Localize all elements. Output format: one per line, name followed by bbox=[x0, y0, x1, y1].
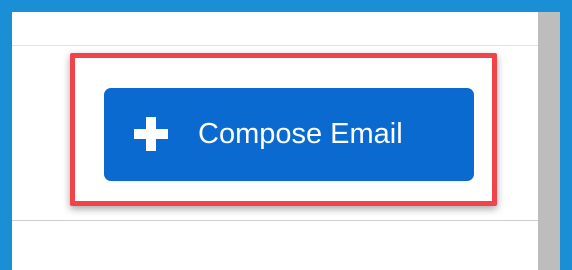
bottom-divider bbox=[12, 220, 538, 221]
compose-email-label: Compose Email bbox=[198, 118, 403, 150]
plus-icon bbox=[134, 117, 168, 151]
top-divider bbox=[12, 45, 538, 46]
compose-email-button[interactable]: Compose Email bbox=[104, 88, 474, 181]
vertical-scrollbar[interactable] bbox=[538, 12, 560, 270]
